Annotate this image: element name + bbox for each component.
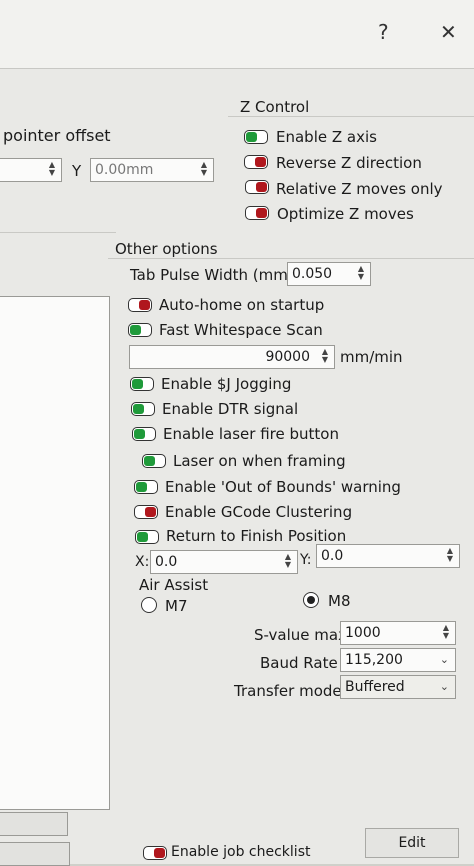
relative-z-moves-label: Relative Z moves only (276, 180, 443, 198)
s-value-max-label: S-value max (254, 626, 347, 644)
return-to-finish-label: Return to Finish Position (166, 527, 347, 545)
gcode-clustering-label: Enable GCode Clustering (165, 503, 353, 521)
gcode-clustering-toggle[interactable] (134, 505, 158, 519)
optimize-z-moves-label: Optimize Z moves (277, 205, 414, 223)
enable-laser-fire-toggle[interactable] (132, 427, 156, 441)
pointer-offset-x-field[interactable]: ▲ ▼ (0, 158, 62, 182)
job-checklist-label: Enable job checklist (171, 844, 311, 860)
air-assist-m8-label: M8 (328, 592, 351, 610)
air-assist-m7-label: M7 (165, 597, 188, 615)
reverse-z-direction-toggle[interactable] (244, 155, 268, 169)
enable-j-jogging-toggle[interactable] (130, 377, 154, 391)
finish-y-label: Y: (300, 552, 312, 568)
enable-z-axis-toggle[interactable] (244, 130, 268, 144)
fast-whitespace-label: Fast Whitespace Scan (159, 321, 323, 339)
spinner-icon[interactable]: ▲ ▼ (281, 553, 295, 571)
spinner-icon[interactable]: ▲ ▼ (45, 161, 59, 179)
return-to-finish-toggle[interactable] (135, 530, 159, 544)
baud-rate-select[interactable]: 115,200 ⌄ (340, 648, 456, 672)
tab-pulse-width-value: 0.050 (292, 266, 333, 282)
enable-z-axis-label: Enable Z axis (276, 128, 377, 146)
enable-j-jogging-label: Enable $J Jogging (161, 375, 292, 393)
finish-x-label: X: (135, 554, 150, 570)
s-value-max-value: 1000 (345, 625, 381, 641)
enable-dtr-signal-toggle[interactable] (131, 402, 155, 416)
spinner-icon[interactable]: ▲ ▼ (318, 348, 332, 366)
tab-pulse-width-label: Tab Pulse Width (mm) (130, 266, 294, 284)
tab-pulse-width-field[interactable]: 0.050 ▲ ▼ (287, 262, 371, 286)
optimize-z-moves-toggle[interactable] (245, 206, 269, 220)
job-checklist-toggle[interactable] (143, 846, 167, 860)
device-settings-dialog: ? ✕ pointer offset ▲ ▼ Y 0.00mm ▲ ▼ Z Cont… (0, 0, 474, 866)
z-control-divider (228, 116, 474, 117)
relative-z-moves-toggle[interactable] (245, 180, 269, 194)
auto-home-label: Auto-home on startup (159, 296, 325, 314)
pointer-offset-y-field[interactable]: 0.00mm ▲ ▼ (90, 158, 214, 182)
enable-dtr-signal-label: Enable DTR signal (162, 400, 299, 418)
transfer-mode-select[interactable]: Buffered ⌄ (340, 675, 456, 699)
edit-button[interactable]: Edit (365, 828, 459, 858)
finish-x-value: 0.0 (155, 554, 178, 570)
finish-y-value: 0.0 (321, 548, 344, 564)
spinner-icon[interactable]: ▲ ▼ (197, 161, 211, 179)
chevron-down-icon: ⌄ (439, 680, 449, 693)
auto-home-toggle[interactable] (128, 298, 152, 312)
laser-on-framing-label: Laser on when framing (173, 452, 346, 470)
scan-speed-value: 90000 (265, 349, 310, 365)
out-of-bounds-toggle[interactable] (134, 480, 158, 494)
scan-speed-unit: mm/min (340, 348, 403, 366)
section-divider (0, 232, 116, 233)
edit-button-label: Edit (398, 835, 426, 851)
transfer-mode-label: Transfer mode (234, 682, 342, 700)
z-control-title: Z Control (240, 98, 310, 116)
transfer-mode-value: Buffered (345, 679, 405, 695)
side-panel-field[interactable] (0, 812, 68, 836)
pointer-offset-y-label: Y (72, 162, 82, 180)
air-assist-m7-radio[interactable] (141, 597, 157, 613)
air-assist-m8-radio[interactable] (303, 592, 319, 608)
other-options-title: Other options (115, 240, 218, 258)
enable-laser-fire-label: Enable laser fire button (163, 425, 339, 443)
pointer-offset-y-value: 0.00mm (95, 162, 154, 178)
scan-speed-field[interactable]: 90000 ▲ ▼ (129, 345, 335, 369)
spinner-icon[interactable]: ▲ ▼ (354, 265, 368, 283)
out-of-bounds-label: Enable 'Out of Bounds' warning (165, 478, 401, 496)
finish-x-field[interactable]: 0.0 ▲ ▼ (150, 550, 298, 574)
spinner-icon[interactable]: ▲ ▼ (443, 547, 457, 565)
chevron-down-icon: ⌄ (439, 653, 449, 666)
fast-whitespace-toggle[interactable] (128, 323, 152, 337)
side-list-panel[interactable] (0, 296, 110, 810)
reverse-z-direction-label: Reverse Z direction (276, 154, 422, 172)
title-bar: ? ✕ (0, 0, 474, 69)
help-icon[interactable]: ? (378, 20, 389, 44)
spinner-icon[interactable]: ▲ ▼ (439, 624, 453, 642)
laser-on-framing-toggle[interactable] (142, 454, 166, 468)
air-assist-label: Air Assist (139, 576, 209, 594)
baud-rate-label: Baud Rate (260, 654, 338, 672)
s-value-max-field[interactable]: 1000 ▲ ▼ (340, 621, 456, 645)
close-icon[interactable]: ✕ (440, 20, 457, 44)
other-options-divider (108, 258, 474, 259)
pointer-offset-label: pointer offset (3, 126, 111, 145)
finish-y-field[interactable]: 0.0 ▲ ▼ (316, 544, 460, 568)
baud-rate-value: 115,200 (345, 652, 403, 668)
side-panel-button[interactable] (0, 842, 70, 866)
